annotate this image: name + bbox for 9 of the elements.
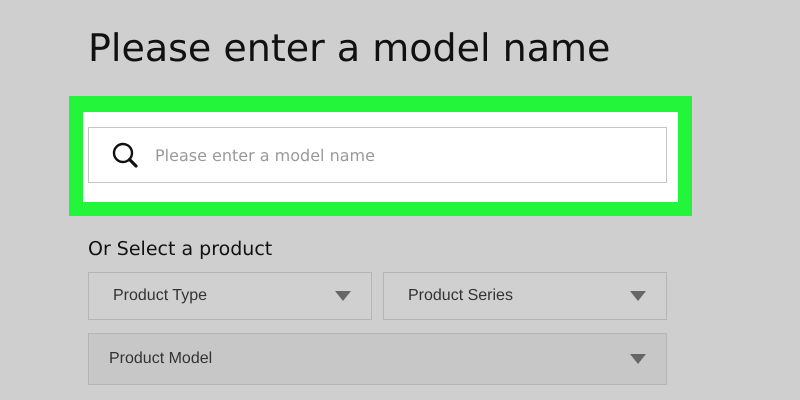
product-dropdown[interactable]: Product Series — [383, 272, 667, 320]
product-dropdown[interactable]: Product Type — [88, 272, 372, 320]
caret-icon — [335, 291, 351, 301]
section-label: Or Select a product — [88, 238, 274, 260]
product-dropdown[interactable]: Product Model — [88, 333, 667, 385]
page-heading: Please enter a model name — [88, 25, 612, 72]
search-field[interactable]: Please enter a model name — [88, 127, 667, 183]
caret-icon — [630, 291, 646, 301]
caret-icon — [630, 354, 646, 364]
